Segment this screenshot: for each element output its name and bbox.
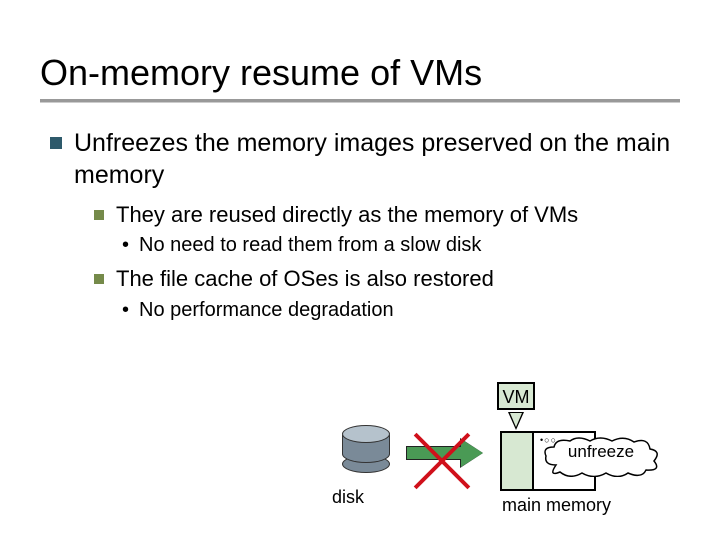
bullet-level3: No need to read them from a slow disk (122, 231, 680, 259)
bullet-level2: The file cache of OSes is also restored (94, 265, 680, 294)
square-bullet-icon (50, 137, 62, 149)
square-bullet-small-icon (94, 274, 104, 284)
square-bullet-small-icon (94, 210, 104, 220)
slide-title: On-memory resume of VMs (40, 52, 680, 93)
bullet-level2: They are reused directly as the memory o… (94, 201, 680, 230)
diagram: disk •○○ VM unfreeze main memory (320, 395, 720, 535)
disk-label: disk (332, 487, 364, 508)
memory-label: main memory (502, 495, 611, 516)
title-underline (40, 99, 680, 102)
bullet-level3: No performance degradation (122, 296, 680, 324)
sub1-text: They are reused directly as the memory o… (116, 201, 578, 230)
title-area: On-memory resume of VMs (0, 0, 720, 110)
bullet-level1: Unfreezes the memory images preserved on… (50, 128, 680, 191)
bullet1-text: Unfreezes the memory images preserved on… (74, 128, 680, 191)
cross-icon (414, 423, 470, 479)
cloud-label: unfreeze (542, 443, 660, 460)
vm-box: VM (497, 382, 535, 410)
vm-pointer-icon (508, 412, 524, 430)
disk-icon (342, 425, 390, 473)
unfreeze-cloud: unfreeze (542, 437, 660, 477)
content-area: Unfreezes the memory images preserved on… (0, 110, 720, 324)
sub2-text: The file cache of OSes is also restored (116, 265, 494, 294)
vm-memory-region (502, 433, 534, 489)
